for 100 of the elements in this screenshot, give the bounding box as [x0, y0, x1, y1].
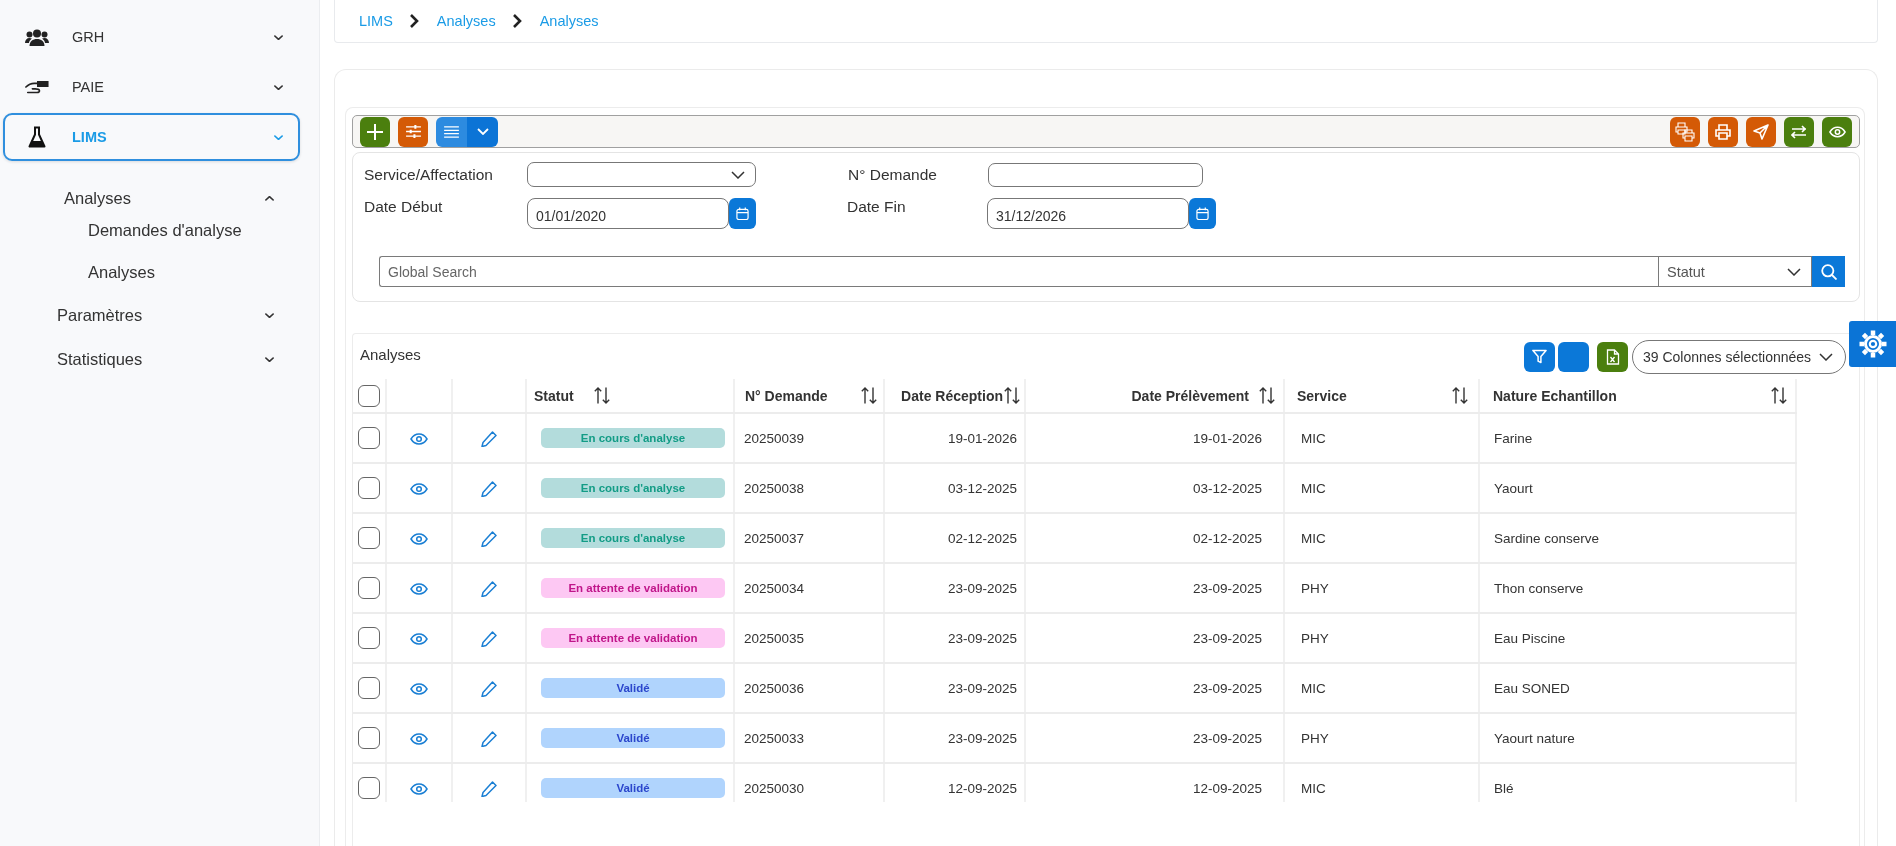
eye-icon[interactable]	[410, 682, 428, 695]
sidebar-item[interactable]: Analyses	[88, 251, 155, 293]
row-checkbox[interactable]	[358, 477, 380, 499]
column-header[interactable]: Date Prélèvement	[1026, 379, 1283, 412]
service-select[interactable]	[527, 162, 756, 187]
date-field[interactable]: 31/12/2026	[987, 198, 1189, 229]
eye-icon[interactable]	[410, 632, 428, 645]
swap-arrows-icon	[1791, 124, 1807, 139]
eye-icon	[1828, 125, 1846, 138]
row-checkbox[interactable]	[358, 577, 380, 599]
chevron-icon	[1819, 352, 1833, 361]
table-cell: Eau SONED	[1479, 663, 1796, 713]
pencil-icon[interactable]	[481, 780, 497, 797]
add-button[interactable]	[360, 116, 390, 147]
table-cell: Thon conserve	[1479, 563, 1796, 613]
flask-icon	[28, 126, 46, 148]
send-button[interactable]	[1746, 116, 1776, 147]
date-field[interactable]: 01/01/2020	[527, 198, 729, 229]
sort-icon	[861, 387, 877, 404]
column-header[interactable]: Date Réception	[885, 379, 1024, 412]
table-cell: 20250038	[734, 463, 884, 513]
multi-print-button[interactable]	[1670, 116, 1700, 147]
table-cell: 23-09-2025	[884, 563, 1025, 613]
printer-icon	[1715, 123, 1731, 140]
search-icon	[1820, 263, 1837, 280]
row-checkbox[interactable]	[358, 777, 380, 799]
sliders-icon	[405, 125, 421, 138]
hand-card-icon	[25, 80, 49, 94]
sidebar-item[interactable]: PAIE	[3, 63, 300, 111]
status-badge: En attente de validation	[541, 578, 725, 598]
table-cell: 02-12-2025	[884, 513, 1025, 563]
row-checkbox[interactable]	[358, 727, 380, 749]
table-cell: 02-12-2025	[1025, 513, 1284, 563]
row-checkbox[interactable]	[358, 677, 380, 699]
print-button[interactable]	[1708, 116, 1738, 147]
search-button[interactable]	[1812, 256, 1845, 287]
input-field[interactable]	[988, 162, 1203, 187]
sidebar-item[interactable]: GRH	[3, 13, 300, 61]
transfer-button[interactable]	[1784, 116, 1814, 147]
pencil-icon[interactable]	[481, 580, 497, 597]
settings-icon	[1858, 330, 1887, 358]
pencil-icon[interactable]	[481, 430, 497, 447]
column-header[interactable]: N° Demande	[735, 379, 883, 412]
table-cell: PHY	[1284, 563, 1479, 613]
empty-button[interactable]	[1558, 341, 1589, 372]
status-badge: En cours d'analyse	[541, 528, 725, 548]
table-cell: MIC	[1284, 463, 1479, 513]
eye-icon[interactable]	[410, 782, 428, 795]
table-cell: MIC	[1284, 513, 1479, 563]
eye-icon[interactable]	[410, 582, 428, 595]
select-all-checkbox[interactable]	[358, 384, 380, 407]
dropdown-button[interactable]	[467, 116, 498, 147]
table-cell: MIC	[1284, 663, 1479, 713]
table-cell: 03-12-2025	[1025, 463, 1284, 513]
calendar-button[interactable]	[1189, 198, 1216, 229]
table-cell: Sardine conserve	[1479, 513, 1796, 563]
sidebar-item[interactable]: Analyses	[57, 187, 274, 209]
status-select[interactable]: Statut	[1658, 256, 1812, 287]
row-checkbox[interactable]	[358, 527, 380, 549]
settings-button[interactable]	[1849, 321, 1896, 367]
search-field[interactable]: Global Search	[379, 256, 1658, 287]
list-icon	[444, 125, 459, 138]
calendar-button[interactable]	[729, 198, 756, 229]
table-cell: 19-01-2026	[884, 413, 1025, 463]
calendar-icon	[736, 207, 749, 220]
table-title: Analyses	[360, 345, 421, 365]
chevron-right-icon	[408, 13, 419, 29]
sidebar-item[interactable]: Statistiques	[57, 337, 274, 381]
export-button[interactable]	[1597, 341, 1628, 372]
status-badge: Validé	[541, 778, 725, 798]
pencil-icon[interactable]	[481, 680, 497, 697]
status-badge: Validé	[541, 678, 725, 698]
eye-icon[interactable]	[410, 532, 428, 545]
row-checkbox[interactable]	[358, 427, 380, 449]
table-cell: Eau Piscine	[1479, 613, 1796, 663]
column-header[interactable]: Service	[1285, 379, 1478, 412]
view-button[interactable]	[1822, 116, 1852, 147]
table-cell: 23-09-2025	[1025, 613, 1284, 663]
sort-icon	[593, 387, 610, 404]
pencil-icon[interactable]	[481, 730, 497, 747]
eye-icon[interactable]	[410, 432, 428, 445]
filter-button[interactable]	[1524, 341, 1555, 372]
plus-icon	[367, 123, 383, 140]
table-cell: 23-09-2025	[1025, 663, 1284, 713]
adjust-button[interactable]	[398, 116, 428, 147]
row-checkbox[interactable]	[358, 627, 380, 649]
status-badge: En cours d'analyse	[541, 428, 725, 448]
column-header[interactable]: Nature Echantillon	[1480, 379, 1795, 412]
pencil-icon[interactable]	[481, 630, 497, 647]
column-header[interactable]: Statut	[527, 379, 733, 412]
table-cell: 20250037	[734, 513, 884, 563]
eye-icon[interactable]	[410, 482, 428, 495]
list-button[interactable]	[436, 116, 467, 147]
sidebar-item[interactable]: Paramètres	[57, 293, 274, 337]
eye-icon[interactable]	[410, 732, 428, 745]
field-label: Date Début	[364, 198, 444, 216]
sidebar-item[interactable]: Demandes d'analyse	[88, 209, 242, 251]
table-cell: 20250036	[734, 663, 884, 713]
pencil-icon[interactable]	[481, 480, 497, 497]
pencil-icon[interactable]	[481, 530, 497, 547]
